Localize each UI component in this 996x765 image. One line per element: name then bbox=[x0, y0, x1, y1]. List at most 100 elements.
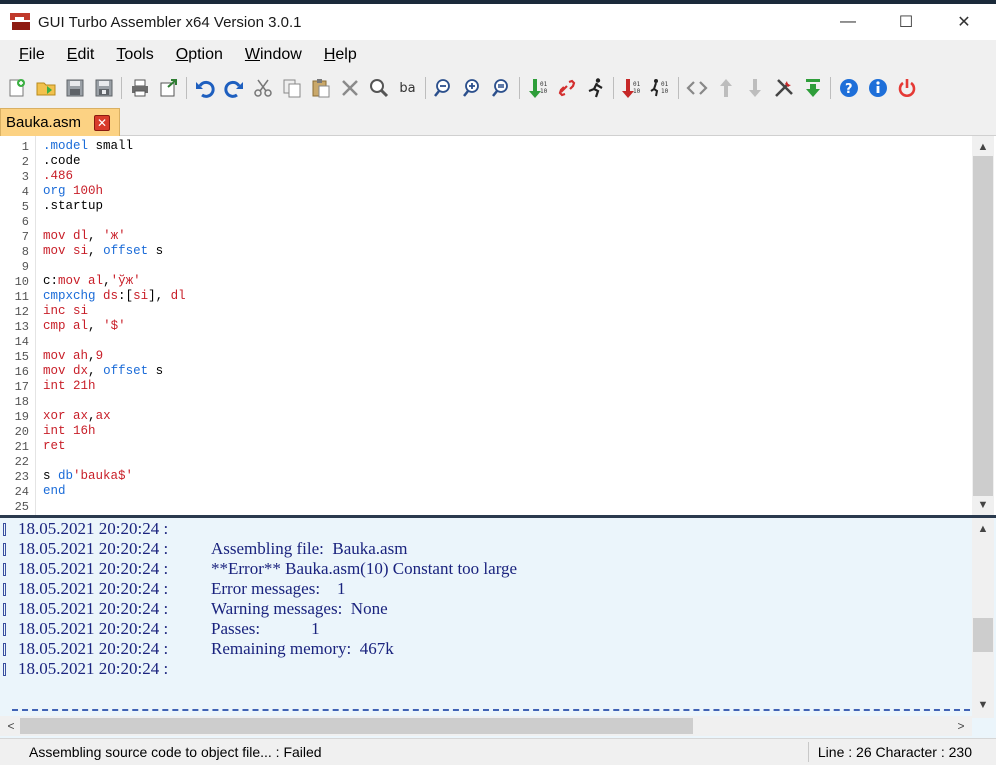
code-line[interactable]: inc si bbox=[43, 304, 88, 319]
find-icon[interactable] bbox=[366, 75, 392, 101]
toolbar-separator bbox=[186, 77, 187, 99]
log-timestamp: 18.05.2021 20:20:24 : bbox=[18, 579, 169, 598]
code-line[interactable]: mov dx, offset s bbox=[43, 364, 163, 379]
close-button[interactable]: ✕ bbox=[935, 4, 993, 40]
code-token: dl bbox=[73, 229, 89, 243]
code-token: , bbox=[88, 364, 104, 378]
code-line[interactable]: ret bbox=[43, 439, 66, 454]
code-line[interactable]: mov dl, 'ж' bbox=[43, 229, 126, 244]
save-icon[interactable] bbox=[62, 75, 88, 101]
zoom-out-icon[interactable] bbox=[431, 75, 457, 101]
tab-close-icon[interactable]: ✕ bbox=[94, 115, 110, 131]
code-line[interactable]: .486 bbox=[43, 169, 73, 184]
code-line[interactable]: cmp al, '$' bbox=[43, 319, 126, 334]
code-line[interactable]: .code bbox=[43, 154, 81, 169]
scroll-down-arrow[interactable]: ▼ bbox=[972, 496, 994, 514]
output-divider bbox=[12, 709, 970, 711]
paste-icon[interactable] bbox=[308, 75, 334, 101]
assemble-run-icon[interactable]: 01 10 bbox=[619, 75, 645, 101]
scroll-thumb[interactable] bbox=[973, 618, 993, 652]
replace-icon[interactable]: ba bbox=[395, 75, 421, 101]
code-token: .code bbox=[43, 154, 81, 168]
scroll-right-arrow[interactable]: > bbox=[952, 716, 970, 736]
svg-text:10: 10 bbox=[633, 88, 641, 95]
scroll-up-arrow[interactable]: ▲ bbox=[972, 520, 994, 538]
assemble-icon[interactable]: 01 10 bbox=[525, 75, 551, 101]
line-number: 7 bbox=[21, 230, 29, 244]
log-marker-icon bbox=[3, 663, 6, 676]
redo-icon[interactable] bbox=[221, 75, 247, 101]
zoom-in-icon[interactable] bbox=[460, 75, 486, 101]
code-token: 'ўж' bbox=[110, 274, 141, 288]
export-icon[interactable] bbox=[156, 75, 182, 101]
code-line[interactable]: .model small bbox=[43, 139, 133, 154]
link-icon[interactable] bbox=[554, 75, 580, 101]
log-marker-icon bbox=[3, 643, 6, 656]
svg-text:10: 10 bbox=[661, 88, 669, 95]
scroll-left-arrow[interactable]: < bbox=[2, 716, 20, 736]
scroll-thumb[interactable] bbox=[20, 718, 693, 734]
menu-edit[interactable]: Edit bbox=[56, 46, 106, 64]
output-horizontal-scrollbar[interactable]: < > bbox=[0, 716, 972, 736]
code-line[interactable]: int 21h bbox=[43, 379, 96, 394]
log-message: Remaining memory: 467k bbox=[211, 639, 394, 658]
scroll-up-arrow[interactable]: ▲ bbox=[972, 138, 994, 156]
delete-icon[interactable] bbox=[337, 75, 363, 101]
power-icon[interactable] bbox=[894, 75, 920, 101]
code-token: al bbox=[88, 274, 104, 288]
menu-file[interactable]: File bbox=[8, 46, 56, 64]
scroll-down-arrow[interactable]: ▼ bbox=[972, 696, 994, 714]
run-icon[interactable] bbox=[583, 75, 609, 101]
tools-icon[interactable] bbox=[771, 75, 797, 101]
log-marker-icon bbox=[3, 623, 6, 636]
menu-window[interactable]: Window bbox=[234, 46, 313, 64]
line-number: 24 bbox=[14, 485, 29, 499]
code-editor[interactable]: 1 2 3 4 5 6 7 8 9 10 11 12 13 14 15 16 17 18 19 20 21 22 23 24 2… bbox=[0, 136, 996, 516]
code-line[interactable]: int 16h bbox=[43, 424, 96, 439]
scroll-thumb[interactable] bbox=[973, 156, 993, 496]
new-file-icon[interactable] bbox=[4, 75, 30, 101]
code-line[interactable]: mov ah,9 bbox=[43, 349, 103, 364]
code-icon[interactable] bbox=[684, 75, 710, 101]
help-icon[interactable]: ? bbox=[836, 75, 862, 101]
code-line[interactable]: s db'bauka$' bbox=[43, 469, 133, 484]
zoom-reset-icon[interactable] bbox=[489, 75, 515, 101]
maximize-button[interactable]: ☐ bbox=[877, 4, 935, 40]
debug-icon[interactable]: 01 10 bbox=[648, 75, 674, 101]
move-up-icon[interactable] bbox=[713, 75, 739, 101]
log-message: Assembling file: Bauka.asm bbox=[211, 539, 408, 558]
tab-bauka-asm[interactable]: Bauka.asm ✕ bbox=[0, 108, 120, 136]
code-line[interactable]: mov si, offset s bbox=[43, 244, 163, 259]
menu-help[interactable]: Help bbox=[313, 46, 368, 64]
menu-option[interactable]: Option bbox=[165, 46, 234, 64]
code-token: mov bbox=[43, 349, 66, 363]
copy-icon[interactable] bbox=[279, 75, 305, 101]
editor-vertical-scrollbar[interactable]: ▲ ▼ bbox=[972, 136, 994, 516]
undo-icon[interactable] bbox=[192, 75, 218, 101]
svg-text:01: 01 bbox=[661, 81, 669, 88]
print-icon[interactable] bbox=[127, 75, 153, 101]
code-line[interactable]: xor ax,ax bbox=[43, 409, 111, 424]
code-line[interactable]: .startup bbox=[43, 199, 103, 214]
code-token: mov bbox=[43, 364, 66, 378]
code-token: cmp bbox=[43, 319, 66, 333]
minimize-button[interactable]: — bbox=[819, 4, 877, 40]
code-line[interactable]: cmpxchg ds:[si], dl bbox=[43, 289, 186, 304]
code-line[interactable]: c:mov al,'ўж' bbox=[43, 274, 141, 289]
open-folder-icon[interactable] bbox=[33, 75, 59, 101]
code-token: c: bbox=[43, 274, 59, 288]
line-number: 3 bbox=[21, 170, 29, 184]
svg-text:?: ? bbox=[845, 82, 853, 97]
output-vertical-scrollbar[interactable]: ▲ ▼ bbox=[972, 518, 994, 718]
info-icon[interactable] bbox=[865, 75, 891, 101]
save-all-icon[interactable] bbox=[91, 75, 117, 101]
download-icon[interactable] bbox=[800, 75, 826, 101]
code-line[interactable]: org 100h bbox=[43, 184, 103, 199]
code-line[interactable]: end bbox=[43, 484, 66, 499]
menu-tools[interactable]: Tools bbox=[105, 46, 164, 64]
move-down-icon[interactable] bbox=[742, 75, 768, 101]
toolbar-separator bbox=[678, 77, 679, 99]
cut-icon[interactable] bbox=[250, 75, 276, 101]
log-timestamp: 18.05.2021 20:20:24 : bbox=[18, 639, 169, 658]
